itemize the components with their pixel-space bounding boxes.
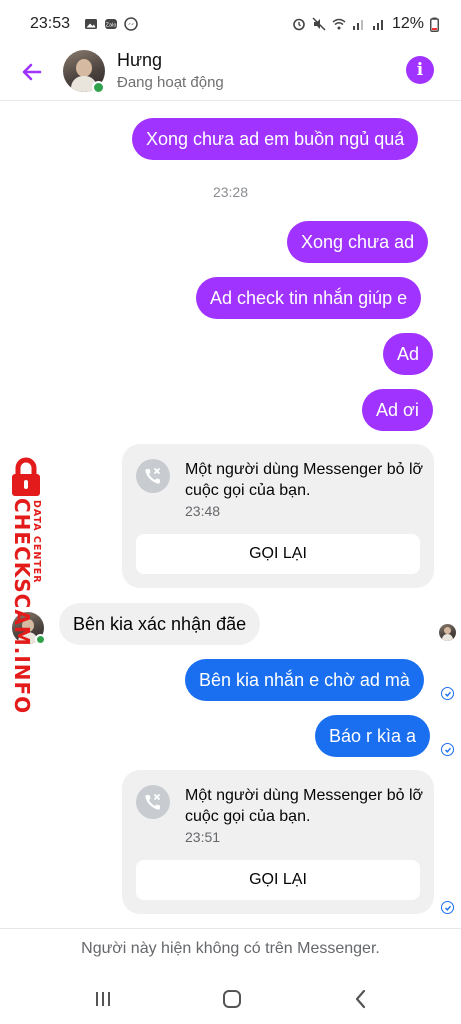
sent-message[interactable]: Bên kia nhắn e chờ ad mà <box>185 659 424 701</box>
battery-icon <box>430 17 439 32</box>
status-time: 23:53 <box>30 15 71 32</box>
sent-message[interactable]: Ad ơi <box>362 389 433 431</box>
home-icon[interactable] <box>212 986 252 1012</box>
status-bar: 23:53 Zalo 12% <box>0 0 461 48</box>
watermark-sub-text: DATA CENTER <box>31 500 42 584</box>
call-back-button[interactable]: GỌI LẠI <box>136 534 420 574</box>
missed-call-time: 23:48 <box>185 503 221 519</box>
seen-avatar <box>439 624 456 641</box>
missed-call-icon <box>136 785 170 819</box>
sent-message[interactable]: Báo r kìa a <box>315 715 431 757</box>
call-back-button[interactable]: GỌI LẠI <box>136 860 420 900</box>
back-arrow-icon[interactable] <box>16 56 48 88</box>
mute-icon <box>312 17 326 31</box>
read-receipt-icon <box>441 743 454 756</box>
wifi-icon <box>332 18 346 30</box>
unavailable-notice: Người này hiện không có trên Messenger. <box>81 940 380 957</box>
battery-level: 12% <box>391 15 424 32</box>
missed-call-icon <box>136 459 170 493</box>
svg-text:Zalo: Zalo <box>106 23 117 29</box>
online-indicator <box>92 81 105 94</box>
missed-call-text: Một người dùng Messenger bỏ lỡ cuộc gọi … <box>185 461 424 499</box>
footer-divider <box>0 928 461 929</box>
info-icon[interactable]: i <box>406 56 434 84</box>
message-timestamp: 23:28 <box>212 184 249 200</box>
recent-apps-icon[interactable] <box>83 986 123 1012</box>
contact-status: Đang hoạt động <box>117 74 224 91</box>
read-receipt-icon <box>441 687 454 700</box>
back-icon[interactable] <box>341 986 381 1012</box>
contact-name[interactable]: Hưng <box>117 50 162 71</box>
gallery-icon <box>85 19 98 29</box>
conversation-header: Hưng Đang hoạt động i <box>0 44 461 100</box>
alarm-icon <box>293 18 305 31</box>
system-nav-bar <box>0 974 461 1024</box>
watermark: CHECKSCAM.INFO DATA CENTER <box>0 450 52 714</box>
sent-message[interactable]: Ad check tin nhắn giúp e <box>196 277 422 319</box>
read-receipt-icon <box>441 901 454 914</box>
signal-icon-2 <box>372 20 383 30</box>
signal-icon <box>352 20 363 30</box>
missed-call-card: Một người dùng Messenger bỏ lỡ cuộc gọi … <box>122 770 434 914</box>
messenger-icon <box>124 17 138 31</box>
zalo-icon: Zalo <box>105 19 118 29</box>
received-message[interactable]: Bên kia xác nhận đãe <box>59 603 261 645</box>
missed-call-time: 23:51 <box>185 829 221 845</box>
sent-message[interactable]: Xong chưa ad em buồn ngủ quá <box>132 118 419 160</box>
missed-call-text: Một người dùng Messenger bỏ lỡ cuộc gọi … <box>185 787 424 825</box>
sent-message[interactable]: Xong chưa ad <box>287 221 429 263</box>
lock-icon <box>12 457 40 496</box>
sent-message[interactable]: Ad <box>383 333 434 375</box>
header-divider <box>0 100 461 101</box>
missed-call-card: Một người dùng Messenger bỏ lỡ cuộc gọi … <box>122 444 434 588</box>
